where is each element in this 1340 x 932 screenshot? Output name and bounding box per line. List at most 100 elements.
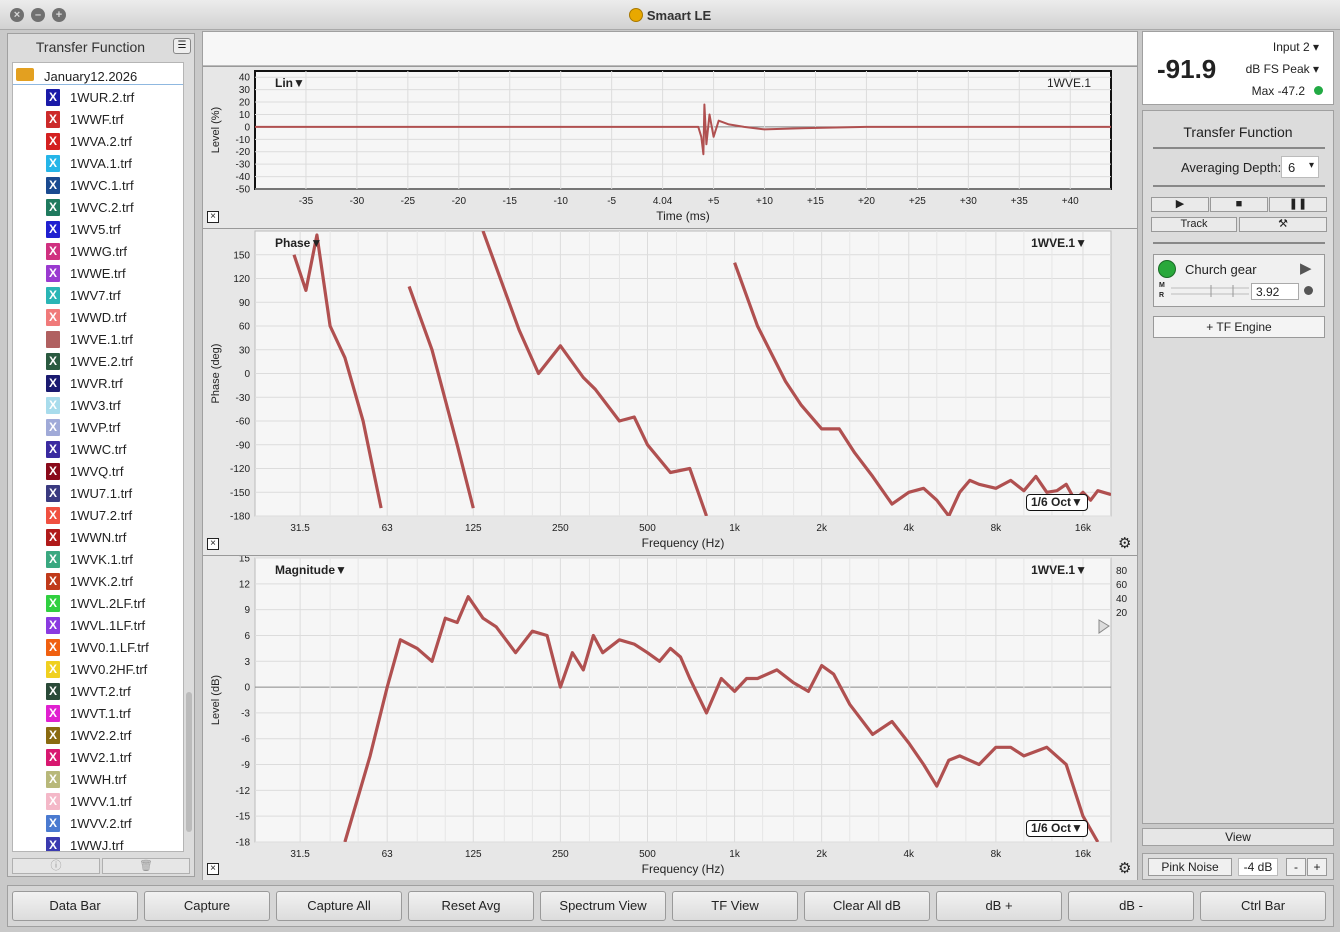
pause-button[interactable]: ❚❚ <box>1269 197 1327 212</box>
tools-button[interactable]: ⚒ <box>1239 217 1327 232</box>
folder-icon <box>16 68 34 81</box>
y-tick-label: -10 <box>236 135 251 146</box>
tf-view-button[interactable]: TF View <box>672 891 798 921</box>
delete-button[interactable]: 🗑 <box>102 858 190 874</box>
close-plot-icon[interactable]: × <box>207 211 219 223</box>
file-item[interactable]: X 1WWH.trf <box>43 769 183 791</box>
smoothing-select[interactable]: 1/6 Oct▼ <box>1026 820 1088 837</box>
gear-icon[interactable]: ⚙ <box>1118 861 1131 876</box>
file-item[interactable]: X 1WVE.2.trf <box>43 351 183 373</box>
phase-trace-select[interactable]: 1WVE.1▼ <box>1031 236 1087 250</box>
file-label: 1WVT.2.trf <box>70 684 131 699</box>
db-button[interactable]: dB - <box>1068 891 1194 921</box>
meter-input-select[interactable]: Input 2 ▾ <box>1273 40 1319 54</box>
gear-icon[interactable]: ⚙ <box>1118 536 1131 551</box>
file-item[interactable]: X 1WVC.2.trf <box>43 197 183 219</box>
y-tick-label: -180 <box>230 512 250 523</box>
smoothing-select[interactable]: 1/6 Oct▼ <box>1026 494 1088 511</box>
phase-chart[interactable]: 150 120 90 60 30 0 -30 -60 -90 -120 -150 -180 31.5 63… <box>203 229 1137 556</box>
file-item[interactable]: X 1WWJ.trf <box>43 835 183 851</box>
spectrum-view-button[interactable]: Spectrum View <box>540 891 666 921</box>
phase-plot[interactable]: 150 120 90 60 30 0 -30 -60 -90 -120 -150 -180 31.5 63… <box>203 228 1137 555</box>
file-item[interactable]: X 1WWD.trf <box>43 307 183 329</box>
file-item[interactable]: X 1WWF.trf <box>43 109 183 131</box>
file-item[interactable]: X 1WUR.2.trf <box>43 87 183 109</box>
reset-avg-button[interactable]: Reset Avg <box>408 891 534 921</box>
file-item[interactable]: X 1WVT.1.trf <box>43 703 183 725</box>
meter-unit-select[interactable]: dB FS Peak ▾ <box>1246 62 1319 76</box>
close-plot-icon[interactable]: × <box>207 538 219 550</box>
file-icon: X <box>46 309 60 326</box>
file-item[interactable]: X 1WV2.2.trf <box>43 725 183 747</box>
file-item[interactable]: X 1WVT.2.trf <box>43 681 183 703</box>
file-list-scrollbar[interactable] <box>185 92 193 842</box>
file-item[interactable]: X 1WVP.trf <box>43 417 183 439</box>
capture-all-button[interactable]: Capture All <box>276 891 402 921</box>
file-item[interactable]: X 1WV7.trf <box>43 285 183 307</box>
file-item[interactable]: X 1WVQ.trf <box>43 461 183 483</box>
impulse-plot-type-select[interactable]: Lin▼ <box>275 76 305 90</box>
view-button[interactable]: View <box>1142 828 1334 846</box>
file-item[interactable]: X 1WV0.1.LF.trf <box>43 637 183 659</box>
record-icon[interactable] <box>1304 286 1313 295</box>
engine-status-dot[interactable] <box>1158 260 1176 278</box>
magnitude-plot[interactable]: 15 12 9 6 3 0 -3 -6 -9 -12 -15 -18 31.5 63 125 250 500 1k… <box>203 555 1137 880</box>
phase-plot-type-select[interactable]: Phase▼ <box>275 236 322 250</box>
file-item[interactable]: X 1WWG.trf <box>43 241 183 263</box>
close-plot-icon[interactable]: × <box>207 863 219 875</box>
file-item[interactable]: X 1WVR.trf <box>43 373 183 395</box>
file-item[interactable]: X 1WWN.trf <box>43 527 183 549</box>
file-item[interactable]: X 1WVL.2LF.trf <box>43 593 183 615</box>
file-item[interactable]: X 1WVV.2.trf <box>43 813 183 835</box>
magnitude-trace-select[interactable]: 1WVE.1▼ <box>1031 563 1087 577</box>
file-item[interactable]: X 1WWE.trf <box>43 263 183 285</box>
add-tf-engine-button[interactable]: + TF Engine <box>1153 316 1325 338</box>
file-item[interactable]: X 1WVA.1.trf <box>43 153 183 175</box>
file-item[interactable]: X 1WVL.1LF.trf <box>43 615 183 637</box>
ctrl-bar-button[interactable]: Ctrl Bar <box>1200 891 1326 921</box>
info-button[interactable]: ⓘ <box>12 858 100 874</box>
file-item[interactable]: X 1WV5.trf <box>43 219 183 241</box>
stop-button[interactable]: ■ <box>1210 197 1268 212</box>
file-item[interactable]: X 1WWC.trf <box>43 439 183 461</box>
engine-delay-field[interactable]: 3.92 <box>1251 283 1299 300</box>
file-item[interactable]: X 1WV2.1.trf <box>43 747 183 769</box>
clear-all-db-button[interactable]: Clear All dB <box>804 891 930 921</box>
capture-button[interactable]: Capture <box>144 891 270 921</box>
file-icon: X <box>46 749 60 766</box>
magnitude-plot-type-select[interactable]: Magnitude▼ <box>275 563 347 577</box>
file-item[interactable]: X 1WU7.2.trf <box>43 505 183 527</box>
y-tick-label: -18 <box>236 838 251 849</box>
file-list[interactable]: January12.2026 X 1WUR.2.trf X 1WWF.trf X 1WVA… <box>12 62 184 852</box>
meter-status-dot <box>1314 86 1323 95</box>
file-item[interactable]: X 1WVK.1.trf <box>43 549 183 571</box>
impulse-plot[interactable]: 40 30 20 10 0 -10 -20 -30 -40 -50 -35 -30 -25 -20 -15-… <box>203 66 1137 228</box>
noise-level-field[interactable]: -4 dB <box>1238 858 1278 876</box>
track-button[interactable]: Track <box>1151 217 1237 232</box>
play-button[interactable]: ▶ <box>1151 197 1209 212</box>
engine-play-icon[interactable]: ▶ <box>1300 259 1312 277</box>
file-item[interactable]: X 1WVA.2.trf <box>43 131 183 153</box>
folder-row[interactable]: January12.2026 <box>13 65 183 85</box>
file-item[interactable]: X 1WVC.1.trf <box>43 175 183 197</box>
magnitude-chart[interactable]: 15129630-3-6-9-12-15-1831.5 63 125 250 500 1k… <box>203 556 1137 881</box>
tf-engine-card[interactable]: Church gear ▶ MR 3.92 <box>1153 254 1325 307</box>
data-bar-button[interactable]: Data Bar <box>12 891 138 921</box>
noise-increase-button[interactable]: + <box>1307 858 1327 876</box>
pink-noise-button[interactable]: Pink Noise <box>1148 858 1232 876</box>
x-tick-label: 500 <box>639 523 656 534</box>
track-label: Track <box>1180 218 1208 230</box>
file-item[interactable]: X 1WU7.1.trf <box>43 483 183 505</box>
impulse-chart[interactable]: 403020100-10-20-30-40-50-35 -30 -25 -20 -15-… <box>203 67 1137 229</box>
db-button[interactable]: dB + <box>936 891 1062 921</box>
file-item[interactable]: X 1WVV.1.trf <box>43 791 183 813</box>
file-item[interactable]: X 1WV0.2HF.trf <box>43 659 183 681</box>
file-item[interactable]: X 1WVK.2.trf <box>43 571 183 593</box>
file-item[interactable]: 1WVE.1.trf <box>43 329 183 351</box>
hamburger-menu-icon[interactable]: ☰ <box>173 38 191 54</box>
averaging-depth-select[interactable]: 6 ▾ <box>1281 156 1319 178</box>
file-item[interactable]: X 1WV3.trf <box>43 395 183 417</box>
scrollbar-thumb[interactable] <box>186 692 192 832</box>
noise-decrease-button[interactable]: - <box>1286 858 1306 876</box>
impulse-trace-select[interactable]: 1WVE.1 <box>1047 76 1091 90</box>
